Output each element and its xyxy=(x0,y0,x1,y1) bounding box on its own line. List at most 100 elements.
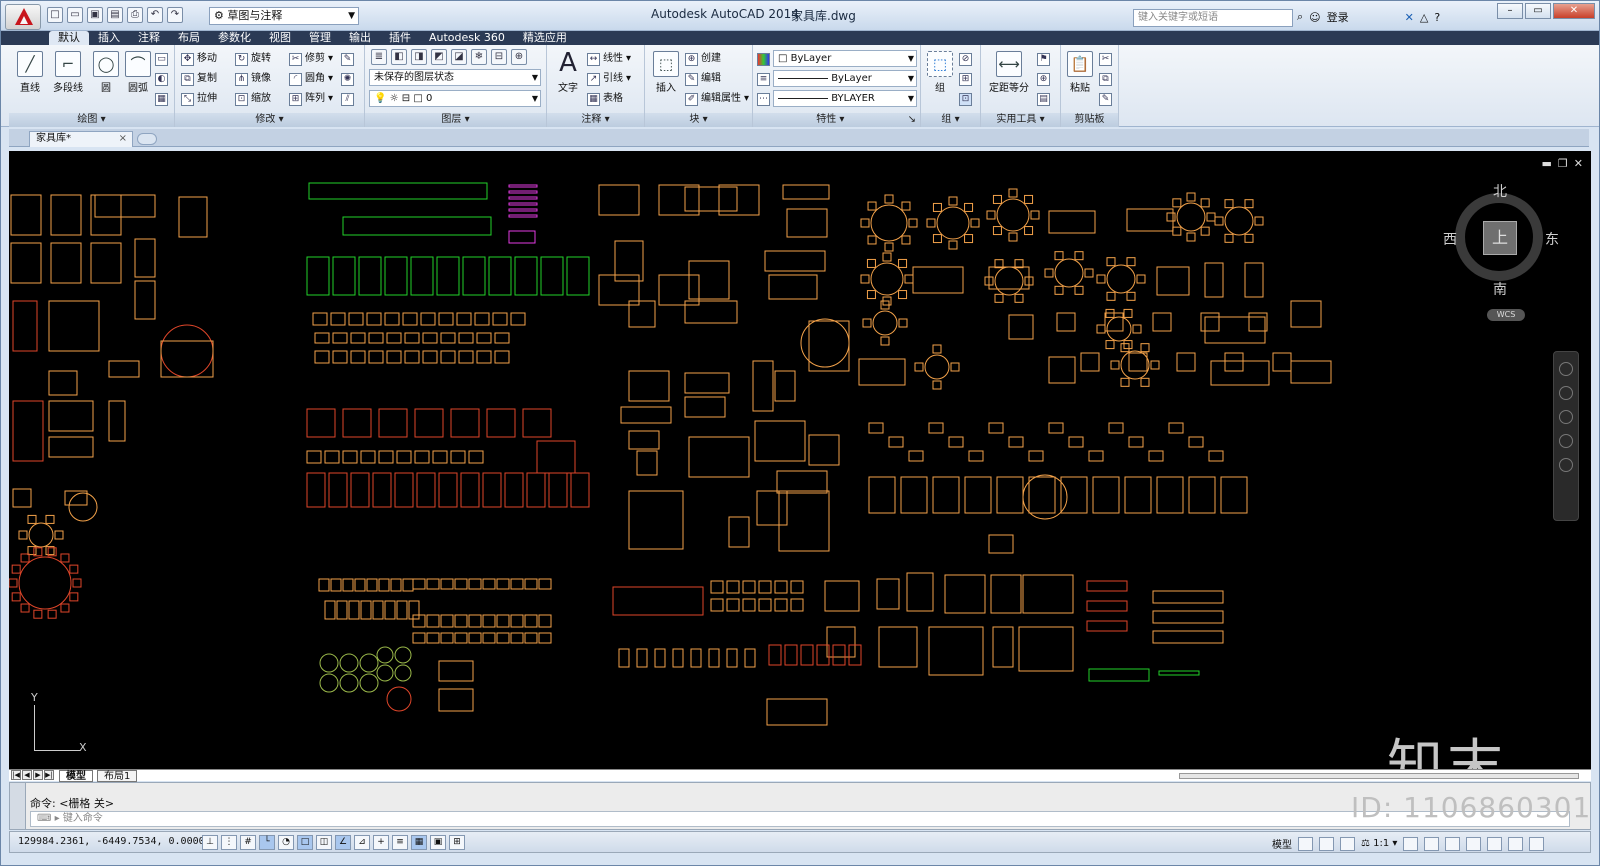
command-input[interactable]: ⌨ ▸ 键入命令 xyxy=(30,811,1570,827)
match-properties-icon[interactable] xyxy=(757,51,770,67)
modify-panel-title[interactable]: 修改 ▾ xyxy=(175,113,364,127)
minimize-button[interactable]: – xyxy=(1497,3,1523,19)
document-tab[interactable]: 家具库* × xyxy=(29,131,133,147)
exchange-icon[interactable]: ✕ xyxy=(1405,11,1414,24)
arc-button[interactable]: ⌒ 圆弧 xyxy=(121,49,155,99)
new-icon[interactable]: □ xyxy=(47,7,63,23)
text-button[interactable]: A 文字 xyxy=(551,49,585,99)
search-input[interactable]: 键入关键字或短语 xyxy=(1133,9,1293,27)
ungroup-icon[interactable]: ⊘ xyxy=(959,51,972,67)
sc-icon[interactable]: ⊞ xyxy=(449,835,465,850)
stretch-button[interactable]: ⤡ 拉伸 xyxy=(181,91,217,107)
maximize-button[interactable]: ▭ xyxy=(1525,3,1551,19)
region-icon[interactable]: ▦ xyxy=(155,91,168,107)
polyline-button[interactable]: ⌐ 多段线 xyxy=(51,49,85,99)
tab-2[interactable]: 注释 xyxy=(129,31,169,45)
login-link[interactable]: 登录 xyxy=(1327,9,1349,25)
compass-west[interactable]: 西 xyxy=(1443,229,1457,249)
layer-select[interactable]: 💡 ☼ ⊟ □ 0 ▼ xyxy=(369,90,541,107)
copy-button[interactable]: ⧉ 复制 xyxy=(181,71,217,87)
minimize-icon[interactable]: ▬ xyxy=(1542,157,1552,170)
isolate-objects-icon[interactable] xyxy=(1508,836,1524,851)
tab-0[interactable]: 默认 xyxy=(49,31,89,45)
orbit-icon[interactable] xyxy=(1559,434,1573,448)
circle-button[interactable]: ◯ 圆 xyxy=(89,49,123,99)
groups-panel-title[interactable]: 组 ▾ xyxy=(921,113,980,127)
calculator-icon[interactable]: ▤ xyxy=(1037,91,1050,107)
layer-isolate-icon[interactable]: ◪ xyxy=(451,49,467,65)
a360-icon[interactable]: △ xyxy=(1420,11,1428,24)
annotation-visibility-icon[interactable] xyxy=(1403,836,1419,851)
qp-icon[interactable]: ▣ xyxy=(430,835,446,850)
drawing-canvas[interactable]: ▬ ❐ ✕ 上 北 南 西 东 WCS Y X 知末 xyxy=(9,151,1591,769)
redo-icon[interactable]: ↷ xyxy=(167,7,183,23)
ortho-icon[interactable]: └ xyxy=(259,835,275,850)
new-tab-button[interactable] xyxy=(137,133,157,145)
trim-button[interactable]: ✂ 修剪 ▾ xyxy=(289,51,333,67)
create-block-button[interactable]: ⊕ 创建 xyxy=(685,51,721,67)
dyn-icon[interactable]: + xyxy=(373,835,389,850)
quick-view-layouts-icon[interactable] xyxy=(1298,836,1313,851)
draw-panel-title[interactable]: 绘图 ▾ xyxy=(9,113,174,127)
osnap-icon[interactable]: □ xyxy=(297,835,313,850)
group-button[interactable]: ⬚ 组 xyxy=(923,49,957,99)
lineweight-select[interactable]: BYLAYER ▼ xyxy=(773,90,917,107)
horizontal-scrollbar[interactable] xyxy=(1179,773,1579,779)
wcs-menu[interactable]: WCS xyxy=(1487,309,1525,321)
layer-match-icon[interactable]: ◨ xyxy=(411,49,427,65)
layer-lock-icon[interactable]: ⊟ xyxy=(491,49,507,65)
tab-8[interactable]: 插件 xyxy=(380,31,420,45)
match-icon[interactable]: ✎ xyxy=(1099,91,1112,107)
cut-icon[interactable]: ✂ xyxy=(1099,51,1112,67)
array-button[interactable]: ⊞ 阵列 ▾ xyxy=(289,91,333,107)
application-menu-button[interactable] xyxy=(5,4,41,30)
clipboard-panel-title[interactable]: 剪贴板 xyxy=(1061,113,1118,127)
layer-properties-icon[interactable]: ≣ xyxy=(371,49,387,65)
polar-icon[interactable]: ◔ xyxy=(278,835,294,850)
layer-previous-icon[interactable]: ◩ xyxy=(431,49,447,65)
hardware-accel-icon[interactable] xyxy=(1487,836,1503,851)
compass-north[interactable]: 北 xyxy=(1493,181,1507,201)
measure-button[interactable]: ⟷ 定距等分 xyxy=(985,49,1033,99)
save-icon[interactable]: ▣ xyxy=(87,7,103,23)
layer-freeze-icon[interactable]: ❄ xyxy=(471,49,487,65)
linear-dim-button[interactable]: ↔ 线性 ▾ xyxy=(587,51,631,67)
workspace-switch-icon[interactable] xyxy=(1445,836,1461,851)
tab-1[interactable]: 插入 xyxy=(89,31,129,45)
properties-panel-title[interactable]: 特性 ▾ ↘ xyxy=(753,113,920,127)
layer-state-select[interactable]: 未保存的图层状态 ▼ xyxy=(369,69,541,86)
viewcube[interactable]: 上 北 南 西 东 xyxy=(1443,181,1559,298)
leader-button[interactable]: ↗ 引线 ▾ xyxy=(587,71,631,87)
tab-9[interactable]: Autodesk 360 xyxy=(420,31,514,45)
clean-screen-icon[interactable] xyxy=(1529,836,1545,851)
group-edit-icon[interactable]: ⊞ xyxy=(959,71,972,87)
rotate-button[interactable]: ↻ 旋转 xyxy=(235,51,271,67)
copy-clip-icon[interactable]: ⧉ xyxy=(1099,71,1112,87)
binoculars-icon[interactable]: ⌕ xyxy=(1297,10,1303,24)
mirror-button[interactable]: ⋔ 镜像 xyxy=(235,71,271,87)
prev-layout-icon[interactable]: ◀ xyxy=(22,770,32,780)
undo-icon[interactable]: ↶ xyxy=(147,7,163,23)
fillet-button[interactable]: ◜ 圆角 ▾ xyxy=(289,71,333,87)
tab-6[interactable]: 管理 xyxy=(300,31,340,45)
compass-south[interactable]: 南 xyxy=(1493,279,1507,299)
annotation-scale-button[interactable]: ⚖ 1:1 ▾ xyxy=(1361,838,1397,849)
lock-ui-icon[interactable] xyxy=(1466,836,1482,851)
scale-button[interactable]: ⊡ 缩放 xyxy=(235,91,271,107)
command-window-handle[interactable] xyxy=(10,783,26,829)
tab-3[interactable]: 布局 xyxy=(169,31,209,45)
move-button[interactable]: ✥ 移动 xyxy=(181,51,217,67)
edit-block-button[interactable]: ✎ 编辑 xyxy=(685,71,721,87)
close-icon[interactable]: ✕ xyxy=(1574,157,1583,170)
linetype-select[interactable]: ByLayer ▼ xyxy=(773,70,917,87)
select-all-icon[interactable]: ⊕ xyxy=(1037,71,1050,87)
next-layout-icon[interactable]: ▶ xyxy=(33,770,43,780)
tab-10[interactable]: 精选应用 xyxy=(514,31,576,45)
save-as-icon[interactable]: ▤ xyxy=(107,7,123,23)
auto-scale-icon[interactable] xyxy=(1424,836,1440,851)
rectangle-icon[interactable]: ▭ xyxy=(155,51,168,67)
viewcube-top-face[interactable]: 上 xyxy=(1483,221,1517,255)
pan-icon[interactable] xyxy=(1559,386,1573,400)
offset-icon[interactable]: ⫽ xyxy=(341,91,354,107)
tab-4[interactable]: 参数化 xyxy=(209,31,260,45)
